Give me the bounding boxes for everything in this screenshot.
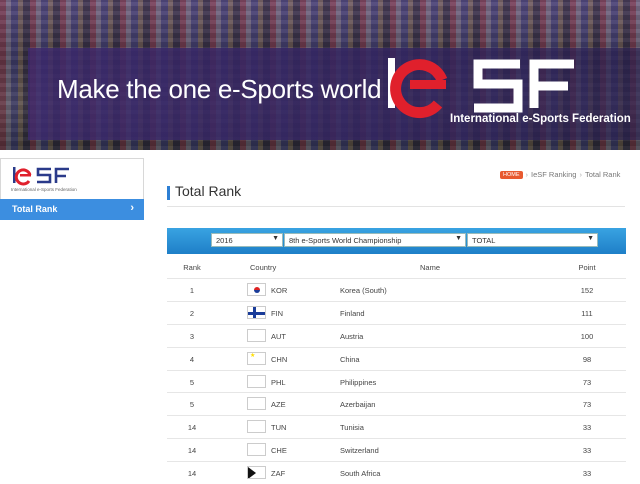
sidebar-item-label: Total Rank <box>12 204 58 214</box>
point-cell: 33 <box>582 423 592 433</box>
sidebar-logo <box>13 167 69 186</box>
table-row: 3 AUT Austria 100 <box>167 323 626 347</box>
country-code: KOR <box>271 286 288 295</box>
country-name: Tunisia <box>340 423 364 433</box>
point-cell: 152 <box>580 286 594 295</box>
rank-cell: 1 <box>189 286 195 295</box>
year-select[interactable]: 2016 ▼ <box>211 233 283 247</box>
column-header-name: Name <box>420 263 441 272</box>
table-row: 14 CHE Switzerland 33 <box>167 438 626 461</box>
filter-bar: 2016 ▼ 8th e-Sports World Championship ▼… <box>167 228 626 254</box>
country-code: AZE <box>271 400 286 410</box>
flag-che-icon <box>247 443 266 457</box>
point-cell: 73 <box>582 377 592 387</box>
rank-cell: 3 <box>189 331 195 341</box>
flag-phl-icon <box>247 374 266 388</box>
point-cell: 100 <box>580 331 594 341</box>
table-row: 5 AZE Azerbaijan 73 <box>167 392 626 415</box>
flag-kor-icon <box>247 283 266 296</box>
flag-aze-icon <box>247 397 266 411</box>
breadcrumb-item-ranking[interactable]: IeSF Ranking <box>531 170 576 179</box>
country-code: FIN <box>271 308 284 318</box>
country-name: Austria <box>340 331 364 341</box>
title-accent-bar <box>167 186 170 200</box>
country-name: Switzerland <box>340 446 379 456</box>
sidebar-item-total-rank[interactable]: Total Rank › <box>0 199 144 220</box>
banner-tagline: Make the one e-Sports world <box>57 74 382 104</box>
flag-zaf-icon <box>247 466 266 480</box>
country-name: Korea (South) <box>340 286 387 295</box>
table-row: 5 PHL Philippines 73 <box>167 369 626 393</box>
chevron-right-icon: › <box>130 202 134 214</box>
breadcrumb-item-current: Total Rank <box>584 170 621 179</box>
rank-cell: 4 <box>189 354 195 364</box>
point-cell: 111 <box>581 308 593 318</box>
flag-aut-icon <box>247 328 266 342</box>
sidebar-logo-box: International e-Sports Federation <box>0 158 144 200</box>
table-row: 4 CHN China 98 <box>167 346 626 370</box>
country-name: Finland <box>340 308 365 318</box>
divider <box>167 206 625 207</box>
table-row: 1 KOR Korea (South) 152 <box>167 278 626 301</box>
country-code: CHN <box>271 354 288 364</box>
country-name: Azerbaijan <box>340 400 376 410</box>
banner-logo-subtitle: International e-Sports Federation <box>450 113 631 125</box>
sidebar: International e-Sports Federation Total … <box>0 158 144 220</box>
country-name: China <box>340 354 360 364</box>
country-code: CHE <box>271 446 287 456</box>
rank-cell: 2 <box>189 308 195 318</box>
point-cell: 98 <box>582 354 592 364</box>
country-code: PHL <box>271 377 286 387</box>
country-code: AUT <box>271 331 286 341</box>
rank-cell: 14 <box>187 423 197 433</box>
ranking-table: 1 KOR Korea (South) 152 2 FIN Finland 11… <box>167 278 626 484</box>
breadcrumb: HOME › IeSF Ranking › Total Rank <box>500 170 621 180</box>
country-code: TUN <box>271 423 287 433</box>
flag-tun-icon <box>247 420 266 434</box>
dropdown-arrow-icon: ▼ <box>587 235 594 242</box>
flag-fin-icon <box>247 305 266 319</box>
dropdown-arrow-icon: ▼ <box>272 235 279 242</box>
point-cell: 33 <box>582 446 592 456</box>
dropdown-arrow-icon: ▼ <box>455 235 462 242</box>
sidebar-logo-subtitle: International e-Sports Federation <box>11 187 77 192</box>
rank-cell: 5 <box>189 377 195 387</box>
flag-chn-icon <box>247 351 266 365</box>
category-select[interactable]: TOTAL ▼ <box>467 233 598 247</box>
column-header-country: Country <box>250 263 277 272</box>
column-header-point: Point <box>578 263 596 272</box>
table-header: Rank Country Name Point <box>167 260 626 278</box>
header-banner: Make the one e-Sports world Internationa… <box>0 0 640 150</box>
table-row: 2 FIN Finland 111 <box>167 300 626 324</box>
page-title: Total Rank <box>175 183 242 199</box>
rank-cell: 5 <box>189 400 195 410</box>
column-header-rank: Rank <box>183 263 201 272</box>
rank-cell: 14 <box>187 446 197 456</box>
event-select[interactable]: 8th e-Sports World Championship ▼ <box>284 233 466 247</box>
table-row: 14 ZAF South Africa 33 <box>167 461 626 484</box>
home-icon[interactable]: HOME <box>500 171 523 180</box>
country-name: Philippines <box>340 377 377 387</box>
point-cell: 73 <box>582 400 592 410</box>
table-row: 14 TUN Tunisia 33 <box>167 415 626 438</box>
